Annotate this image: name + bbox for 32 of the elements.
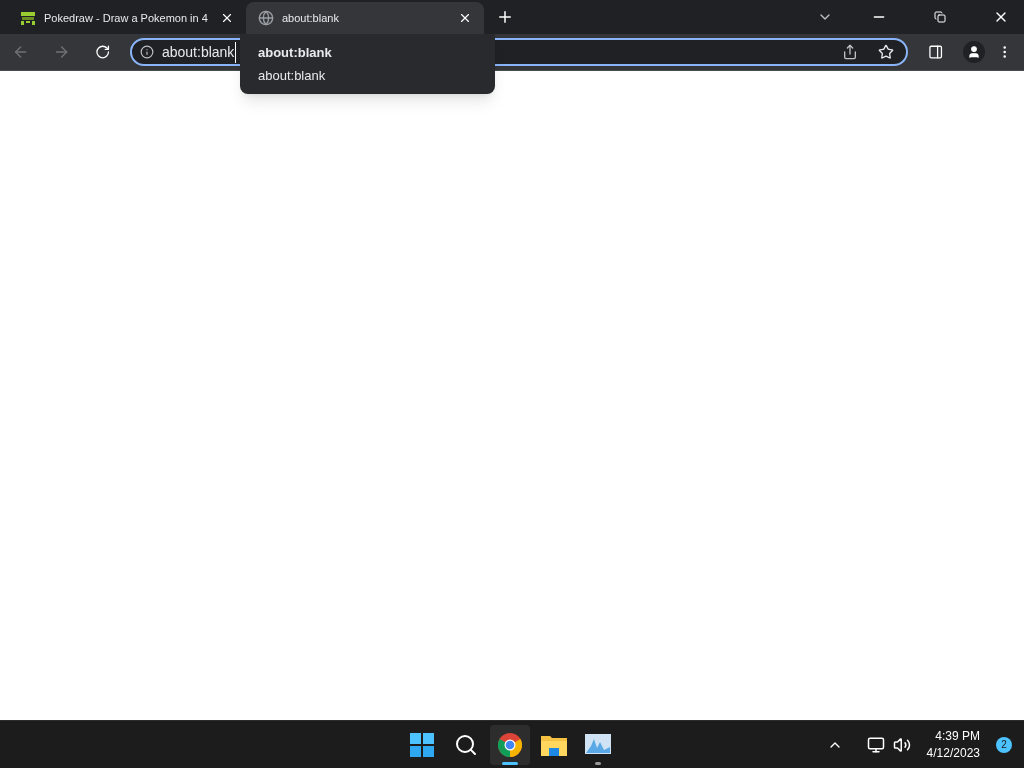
windows-logo-icon <box>410 732 434 757</box>
tab-title: about:blank <box>282 10 340 26</box>
new-tab-icon[interactable] <box>496 8 514 26</box>
clock-time: 4:39 PM <box>935 727 980 745</box>
clock-date: 4/12/2023 <box>926 744 980 762</box>
close-icon[interactable] <box>220 11 234 25</box>
tab-title: Pokedraw - Draw a Pokemon in 4 <box>44 10 209 26</box>
taskbar-app[interactable] <box>490 724 530 765</box>
chrome-icon <box>498 732 522 757</box>
info-icon <box>139 45 154 59</box>
browser-tab[interactable]: Pokedraw - Draw a Pokemon in 4 <box>8 2 246 34</box>
running-indicator <box>595 761 601 765</box>
bookmark-star-icon[interactable] <box>878 44 895 60</box>
restore-icon[interactable] <box>934 11 946 23</box>
globe-icon <box>258 10 274 26</box>
suggestion-item[interactable]: about:blank <box>258 42 477 62</box>
profile-avatar[interactable] <box>963 41 985 63</box>
side-panel-icon[interactable] <box>928 44 944 60</box>
reload-icon[interactable] <box>94 44 110 60</box>
chart-window-icon <box>585 733 611 756</box>
running-indicator <box>502 761 518 765</box>
browser-tab[interactable]: about:blank <box>246 2 484 34</box>
notification-badge[interactable]: 2 <box>996 736 1012 753</box>
suggestion-item[interactable]: about:blank <box>258 66 477 86</box>
network-icon[interactable] <box>866 735 885 754</box>
frog-icon <box>20 10 36 26</box>
folder-icon <box>541 733 567 756</box>
address-text: about:blank <box>161 41 237 63</box>
search-icon <box>454 732 478 757</box>
share-icon[interactable] <box>842 44 859 60</box>
close-icon[interactable] <box>458 11 472 25</box>
volume-icon[interactable] <box>892 735 911 754</box>
